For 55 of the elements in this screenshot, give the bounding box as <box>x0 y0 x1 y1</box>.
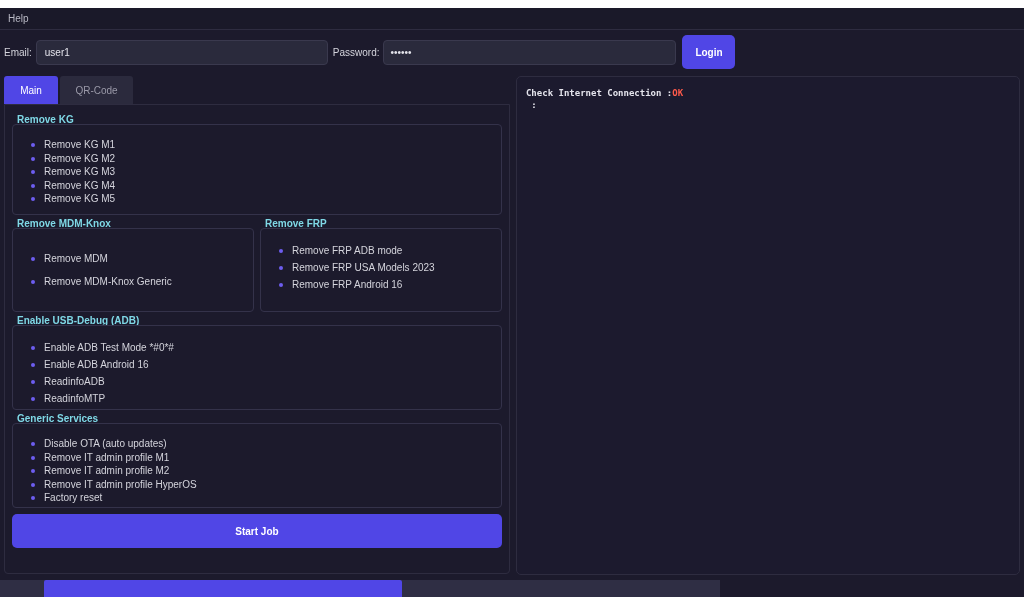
list-item[interactable]: Remove KG M5 <box>44 193 116 205</box>
login-button[interactable]: Login <box>682 35 736 69</box>
bullet-icon <box>31 256 35 261</box>
bullet-icon <box>31 442 35 446</box>
list-item[interactable]: Disable OTA (auto updates) <box>44 438 167 450</box>
list-item[interactable]: Remove KG M2 <box>44 152 116 165</box>
list-item[interactable]: Remove FRP ADB mode <box>292 245 403 257</box>
bullet-icon <box>31 469 35 473</box>
bullet-icon <box>31 455 35 460</box>
email-field[interactable]: user1 <box>35 39 328 65</box>
tab[interactable]: QR-Code <box>60 76 133 104</box>
bullet-icon <box>31 482 35 487</box>
bullet-icon <box>279 283 283 287</box>
bullet-icon <box>279 266 283 270</box>
list-item[interactable]: Remove IT admin profile M1 <box>44 451 170 464</box>
status-bar-segment <box>0 580 44 597</box>
list-item[interactable]: Remove IT admin profile M2 <box>44 465 170 477</box>
bullet-icon <box>31 279 35 284</box>
list-item[interactable]: Enable ADB Android 16 <box>44 359 149 371</box>
bullet-icon <box>31 156 35 161</box>
group-title: Generic Services <box>16 413 99 425</box>
start-job-button[interactable]: Start Job <box>12 514 502 548</box>
bullet-icon <box>31 170 35 174</box>
list-item[interactable]: Remove KG M1 <box>44 139 116 151</box>
password-field[interactable]: •••••• <box>383 39 677 65</box>
log-line: Check Internet Connection :OK <box>525 87 685 99</box>
list-item[interactable]: ReadinfoMTP <box>44 393 106 405</box>
group-title: Enable USB-Debug (ADB) <box>16 315 140 327</box>
bullet-icon <box>31 197 35 201</box>
bullet-icon <box>31 380 35 384</box>
list-item[interactable]: Remove IT admin profile HyperOS <box>44 478 197 491</box>
list-item[interactable]: Remove MDM-Knox Generic <box>44 275 172 288</box>
group-title: Remove MDM-Knox <box>16 218 111 230</box>
list-item[interactable]: Enable ADB Test Mode *#0*# <box>44 342 174 354</box>
list-item[interactable]: Remove KG M4 <box>44 179 116 192</box>
tab[interactable]: Main <box>4 76 58 104</box>
group-title: Remove KG <box>16 114 74 126</box>
group-title: Remove FRP <box>264 218 327 230</box>
list-item[interactable]: Remove MDM <box>44 252 108 265</box>
menu-item[interactable]: Help <box>8 11 29 26</box>
list-item[interactable]: Factory reset <box>44 492 103 504</box>
bullet-icon <box>31 183 35 188</box>
bullet-icon <box>279 249 283 253</box>
list-item[interactable]: Remove FRP Android 16 <box>292 279 403 291</box>
list-item[interactable]: Remove KG M3 <box>44 166 116 178</box>
bullet-icon <box>31 143 35 147</box>
list-item[interactable]: Remove FRP USA Models 2023 <box>292 262 435 274</box>
bullet-icon <box>31 363 35 367</box>
list-item[interactable]: ReadinfoADB <box>44 376 105 388</box>
bullet-icon <box>31 346 35 350</box>
bullet-icon <box>31 397 35 401</box>
field-label: Password: <box>332 45 380 60</box>
bullet-icon <box>31 496 35 500</box>
field-label: Email: <box>4 45 32 60</box>
log-line: : <box>530 99 538 111</box>
